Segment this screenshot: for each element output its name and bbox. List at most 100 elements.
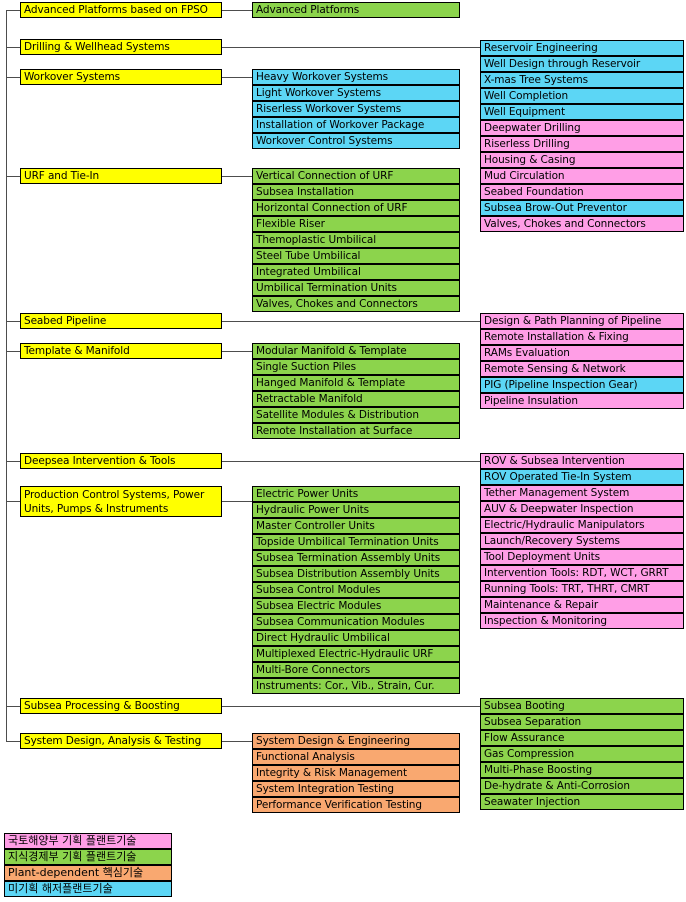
legend-item: 지식경제부 기획 플랜트기술 <box>4 849 172 865</box>
connector-line <box>222 321 480 322</box>
leaf-item[interactable]: AUV & Deepwater Inspection <box>480 501 684 517</box>
connector-line <box>222 77 252 78</box>
leaf-item[interactable]: Performance Verification Testing <box>252 797 460 813</box>
leaf-item[interactable]: Inspection & Monitoring <box>480 613 684 629</box>
leaf-item[interactable]: Electric/Hydraulic Manipulators <box>480 517 684 533</box>
leaf-item[interactable]: Remote Sensing & Network <box>480 361 684 377</box>
leaf-item[interactable]: Gas Compression <box>480 746 684 762</box>
leaf-item[interactable]: Heavy Workover Systems <box>252 69 460 85</box>
leaf-item[interactable]: Subsea Control Modules <box>252 582 460 598</box>
cat-production-control[interactable]: Production Control Systems, Power Units,… <box>20 486 222 517</box>
cat-deepsea-intervention[interactable]: Deepsea Intervention & Tools <box>20 453 222 469</box>
leaf-item[interactable]: System Design & Engineering <box>252 733 460 749</box>
leaf-item[interactable]: Tool Deployment Units <box>480 549 684 565</box>
cat-seabed-pipeline[interactable]: Seabed Pipeline <box>20 313 222 329</box>
leaf-item[interactable]: Vertical Connection of URF <box>252 168 460 184</box>
connector-line <box>6 351 20 352</box>
leaf-item[interactable]: Valves, Chokes and Connectors <box>252 296 460 312</box>
leaf-item[interactable]: Steel Tube Umbilical <box>252 248 460 264</box>
leaf-item[interactable]: Integrity & Risk Management <box>252 765 460 781</box>
leaf-item[interactable]: Maintenance & Repair <box>480 597 684 613</box>
leaf-item[interactable]: Flexible Riser <box>252 216 460 232</box>
leaf-item[interactable]: Reservoir Engineering <box>480 40 684 56</box>
leaf-item[interactable]: Subsea Communication Modules <box>252 614 460 630</box>
leaf-item[interactable]: PIG (Pipeline Inspection Gear) <box>480 377 684 393</box>
leaf-item[interactable]: Pipeline Insulation <box>480 393 684 409</box>
leaf-item[interactable]: Advanced Platforms <box>252 2 460 18</box>
leaf-item[interactable]: RAMs Evaluation <box>480 345 684 361</box>
connector-line <box>222 706 480 707</box>
leaf-item[interactable]: Design & Path Planning of Pipeline <box>480 313 684 329</box>
diagram-canvas: Advanced Platforms based on FPSO Drilling… <box>0 0 686 902</box>
leaf-item[interactable]: Tether Management System <box>480 485 684 501</box>
connector-line <box>6 741 20 742</box>
leaf-item[interactable]: Subsea Brow-Out Preventor <box>480 200 684 216</box>
leaf-item[interactable]: Subsea Distribution Assembly Units <box>252 566 460 582</box>
leaf-item[interactable]: Remote Installation at Surface <box>252 423 460 439</box>
leaf-item[interactable]: ROV Operated Tie-In System <box>480 469 684 485</box>
leaf-item[interactable]: Multi-Bore Connectors <box>252 662 460 678</box>
leaf-item[interactable]: Electric Power Units <box>252 486 460 502</box>
leaf-item[interactable]: Launch/Recovery Systems <box>480 533 684 549</box>
leaf-item[interactable]: Multiplexed Electric-Hydraulic URF <box>252 646 460 662</box>
leaf-item[interactable]: Well Design through Reservoir <box>480 56 684 72</box>
leaf-item[interactable]: Running Tools: TRT, THRT, CMRT <box>480 581 684 597</box>
leaf-item[interactable]: Multi-Phase Boosting <box>480 762 684 778</box>
leaf-item[interactable]: Subsea Termination Assembly Units <box>252 550 460 566</box>
leaf-item[interactable]: X-mas Tree Systems <box>480 72 684 88</box>
leaf-item[interactable]: Well Completion <box>480 88 684 104</box>
leaf-item[interactable]: Deepwater Drilling <box>480 120 684 136</box>
connector-line <box>222 741 252 742</box>
leaf-item[interactable]: Subsea Electric Modules <box>252 598 460 614</box>
leaf-item[interactable]: Installation of Workover Package <box>252 117 460 133</box>
leaf-item[interactable]: Subsea Separation <box>480 714 684 730</box>
legend-item: 미기획 해저플랜트기술 <box>4 881 172 897</box>
leaf-item[interactable]: ROV & Subsea Intervention <box>480 453 684 469</box>
leaf-item[interactable]: Instruments: Cor., Vib., Strain, Cur. <box>252 678 460 694</box>
leaf-item[interactable]: Integrated Umbilical <box>252 264 460 280</box>
leaf-item[interactable]: Seawater Injection <box>480 794 684 810</box>
leaf-item[interactable]: Flow Assurance <box>480 730 684 746</box>
leaf-item[interactable]: Subsea Installation <box>252 184 460 200</box>
leaf-item[interactable]: Modular Manifold & Template <box>252 343 460 359</box>
leaf-item[interactable]: Light Workover Systems <box>252 85 460 101</box>
leaf-item[interactable]: Riserless Drilling <box>480 136 684 152</box>
cat-workover-systems[interactable]: Workover Systems <box>20 69 222 85</box>
leaf-item[interactable]: Horizontal Connection of URF <box>252 200 460 216</box>
cat-template-manifold[interactable]: Template & Manifold <box>20 343 222 359</box>
leaf-item[interactable]: Seabed Foundation <box>480 184 684 200</box>
connector-line <box>6 461 20 462</box>
leaf-item[interactable]: Mud Circulation <box>480 168 684 184</box>
connector-line <box>6 321 20 322</box>
cat-subsea-processing[interactable]: Subsea Processing & Boosting <box>20 698 222 714</box>
leaf-item[interactable]: Well Equipment <box>480 104 684 120</box>
leaf-item[interactable]: Workover Control Systems <box>252 133 460 149</box>
leaf-item[interactable]: Hanged Manifold & Template <box>252 375 460 391</box>
leaf-item[interactable]: Topside Umbilical Termination Units <box>252 534 460 550</box>
connector-line <box>6 706 20 707</box>
leaf-item[interactable]: Direct Hydraulic Umbilical <box>252 630 460 646</box>
leaf-item[interactable]: Valves, Chokes and Connectors <box>480 216 684 232</box>
leaf-item[interactable]: Subsea Booting <box>480 698 684 714</box>
leaf-item[interactable]: Remote Installation & Fixing <box>480 329 684 345</box>
cat-drilling-wellhead[interactable]: Drilling & Wellhead Systems <box>20 39 222 55</box>
leaf-item[interactable]: Riserless Workover Systems <box>252 101 460 117</box>
leaf-item[interactable]: Retractable Manifold <box>252 391 460 407</box>
leaf-item[interactable]: Themoplastic Umbilical <box>252 232 460 248</box>
leaf-item[interactable]: Functional Analysis <box>252 749 460 765</box>
leaf-item[interactable]: Housing & Casing <box>480 152 684 168</box>
connector-line <box>222 501 252 502</box>
connector-line <box>6 501 20 502</box>
leaf-item[interactable]: System Integration Testing <box>252 781 460 797</box>
cat-advanced-platforms[interactable]: Advanced Platforms based on FPSO <box>20 2 222 18</box>
leaf-item[interactable]: Umbilical Termination Units <box>252 280 460 296</box>
cat-urf-tie-in[interactable]: URF and Tie-In <box>20 168 222 184</box>
cat-system-design[interactable]: System Design, Analysis & Testing <box>20 733 222 749</box>
connector-line <box>6 47 20 48</box>
leaf-item[interactable]: Hydraulic Power Units <box>252 502 460 518</box>
leaf-item[interactable]: Satellite Modules & Distribution <box>252 407 460 423</box>
leaf-item[interactable]: Intervention Tools: RDT, WCT, GRRT <box>480 565 684 581</box>
leaf-item[interactable]: De-hydrate & Anti-Corrosion <box>480 778 684 794</box>
leaf-item[interactable]: Single Suction Piles <box>252 359 460 375</box>
leaf-item[interactable]: Master Controller Units <box>252 518 460 534</box>
